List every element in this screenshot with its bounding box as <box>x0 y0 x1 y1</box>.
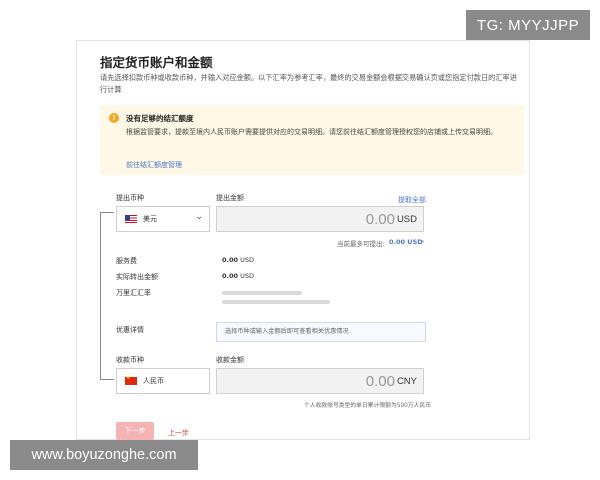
limit-note: 个人收款账号类型的单日累计限额为500万人民币 <box>304 403 432 409</box>
warning-icon: ! <box>109 113 119 123</box>
exchange-rate-redacted-2 <box>222 300 330 304</box>
actual-amount-number: 0.00 <box>222 272 239 280</box>
withdraw-currency-select[interactable]: 美元 ⌄ <box>116 206 210 232</box>
currency-flow-bracket <box>100 212 114 380</box>
promo-details-field[interactable]: 选择币种或输入金额后即可查看相关优惠情况 <box>216 322 426 342</box>
receive-amount-label: 收款金额 <box>216 356 244 364</box>
notice-body: 根据监管要求，提款至境内人民币账户需要提供对应的交易明细。请您前往结汇额度管理授… <box>126 128 497 136</box>
actual-amount-currency: USD <box>240 272 255 280</box>
service-fee-currency: USD <box>240 256 255 264</box>
service-fee-amount: 0.00 <box>222 256 239 264</box>
previous-step-link[interactable]: 上一步 <box>168 428 189 438</box>
available-chevron-icon[interactable]: ⌄ <box>420 236 425 244</box>
receive-currency-label: 收款币种 <box>116 356 144 364</box>
promo-label: 优惠详情 <box>116 326 144 334</box>
service-fee-value: 0.00 USD <box>222 256 254 264</box>
receive-amount-currency: CNY <box>396 375 417 387</box>
actual-amount-value: 0.00 USD <box>222 272 254 280</box>
available-value[interactable]: 0.00 USD <box>389 238 423 246</box>
tg-watermark-badge: TG: MYYJJPP <box>466 10 590 40</box>
available-label: 当前最多可提出: <box>337 240 385 248</box>
actual-amount-label: 实际转出金额 <box>116 273 158 281</box>
quota-notice: ! 没有足够的结汇额度 根据监管要求，提款至境内人民币账户需要提供对应的交易明细… <box>100 105 524 175</box>
notice-title: 没有足够的结汇额度 <box>126 114 194 123</box>
receive-amount-value: 0.00 <box>365 372 395 390</box>
next-step-button[interactable]: 下一步 <box>116 422 154 440</box>
receive-amount-field[interactable]: 0.00 CNY <box>216 368 424 394</box>
withdraw-amount-value: 0.00 <box>365 210 395 228</box>
receive-currency-select[interactable]: 人民币 <box>116 368 210 394</box>
receive-currency-value: 人民币 <box>143 377 164 385</box>
page-title: 指定货币账户和金额 <box>100 55 213 70</box>
quota-management-link[interactable]: 前往结汇额度管理 <box>126 160 182 170</box>
withdraw-amount-field[interactable]: 0.00 USD <box>216 206 424 232</box>
page-description: 请先选择扣款币种或收款币种，并输入对应金额。以下汇率为参考汇率，最终的交易金额会… <box>100 73 517 94</box>
exchange-rate-label: 万里汇汇率 <box>116 289 151 297</box>
withdraw-currency-label: 提出币种 <box>116 194 144 202</box>
withdraw-amount-label: 提出金额 <box>216 194 244 202</box>
service-fee-label: 服务费 <box>116 257 137 265</box>
cn-flag-icon <box>125 375 137 385</box>
us-flag-icon <box>125 215 137 223</box>
chevron-down-icon: ⌄ <box>195 212 203 222</box>
site-watermark-badge: www.boyuzonghe.com <box>10 440 198 470</box>
withdraw-amount-currency: USD <box>396 213 417 225</box>
withdraw-currency-value: 美元 <box>143 215 157 223</box>
exchange-rate-redacted <box>222 291 302 295</box>
withdraw-all-link[interactable]: 提取全部 <box>398 195 426 205</box>
